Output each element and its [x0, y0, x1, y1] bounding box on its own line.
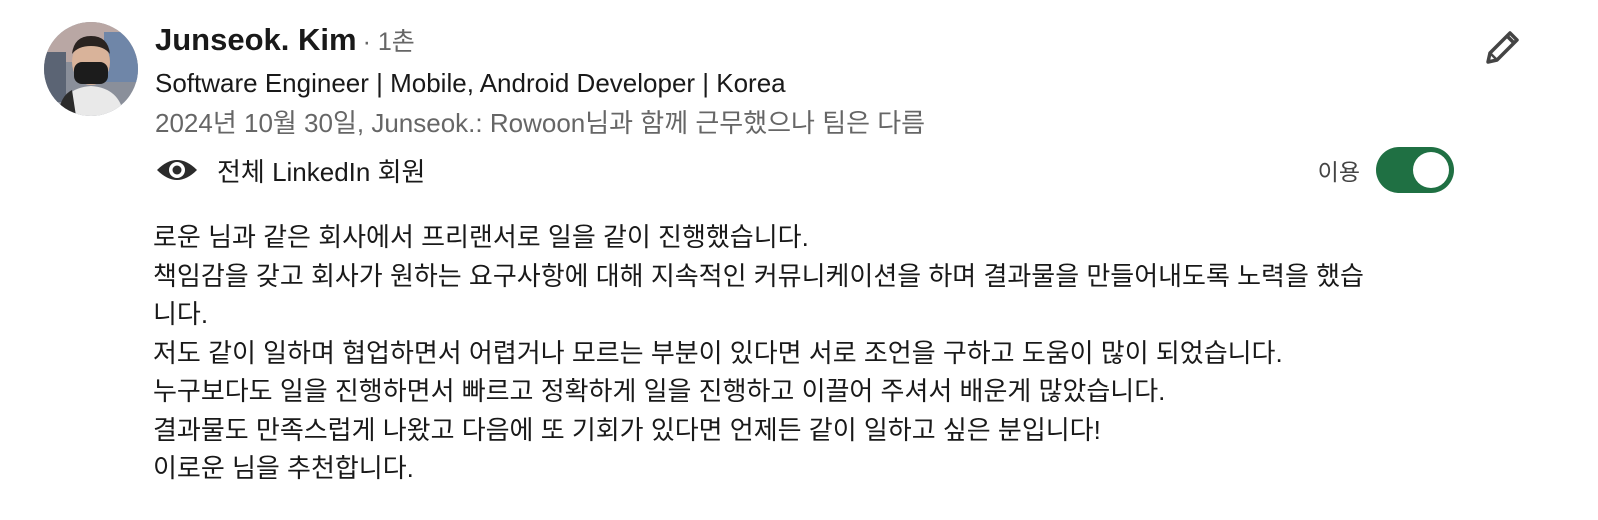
toggle-knob	[1413, 152, 1449, 188]
display-toggle-group: 이용	[1318, 146, 1454, 194]
recommender-headline: Software Engineer | Mobile, Android Deve…	[155, 68, 786, 98]
connection-degree: · 1촌	[362, 28, 415, 56]
recommendation-line: 니다.	[153, 299, 209, 329]
recommender-name[interactable]: Junseok. Kim	[155, 22, 357, 58]
recommendation-line: 책임감을 갖고 회사가 원하는 요구사항에 대해 지속적인 커뮤니케이션을 하며…	[153, 260, 1364, 291]
recommendation-line: 결과물도 만족스럽게 나왔고 다음에 또 기회가 있다면 언제든 같이 일하고 …	[153, 414, 1101, 445]
eye-icon	[155, 156, 199, 184]
relationship-info: 2024년 10월 30일, Junseok.: Rowoon님과 함께 근무했…	[155, 108, 926, 138]
recommendation-line: 저도 같이 일하며 협업하면서 어렵거나 모르는 부분이 있다면 서로 조언을 …	[153, 337, 1283, 368]
avatar[interactable]	[44, 22, 138, 116]
recommender-header: Junseok. Kim · 1촌 Software Engineer | Mo…	[155, 22, 1405, 140]
recommendation-line: 로운 님과 같은 회사에서 프리랜서로 일을 같이 진행했습니다.	[153, 222, 809, 252]
pencil-icon	[1486, 31, 1519, 64]
toggle-label: 이용	[1317, 159, 1360, 185]
display-toggle[interactable]	[1376, 147, 1454, 193]
visibility-label: 전체 LinkedIn 회원	[217, 156, 426, 187]
edit-button[interactable]	[1480, 24, 1526, 70]
visibility-setting: 전체 LinkedIn 회원	[155, 150, 425, 190]
profile-photo	[44, 22, 138, 116]
recommendation-text: 로운 님과 같은 회사에서 프리랜서로 일을 같이 진행했습니다. 책임감을 갖…	[153, 218, 1453, 488]
recommendation-line: 이로운 님을 추천합니다.	[153, 453, 414, 483]
name-line: Junseok. Kim · 1촌	[155, 22, 1405, 64]
recommendation-line: 누구보다도 일을 진행하면서 빠르고 정확하게 일을 진행하고 이끌어 주셔서 …	[153, 376, 1166, 406]
